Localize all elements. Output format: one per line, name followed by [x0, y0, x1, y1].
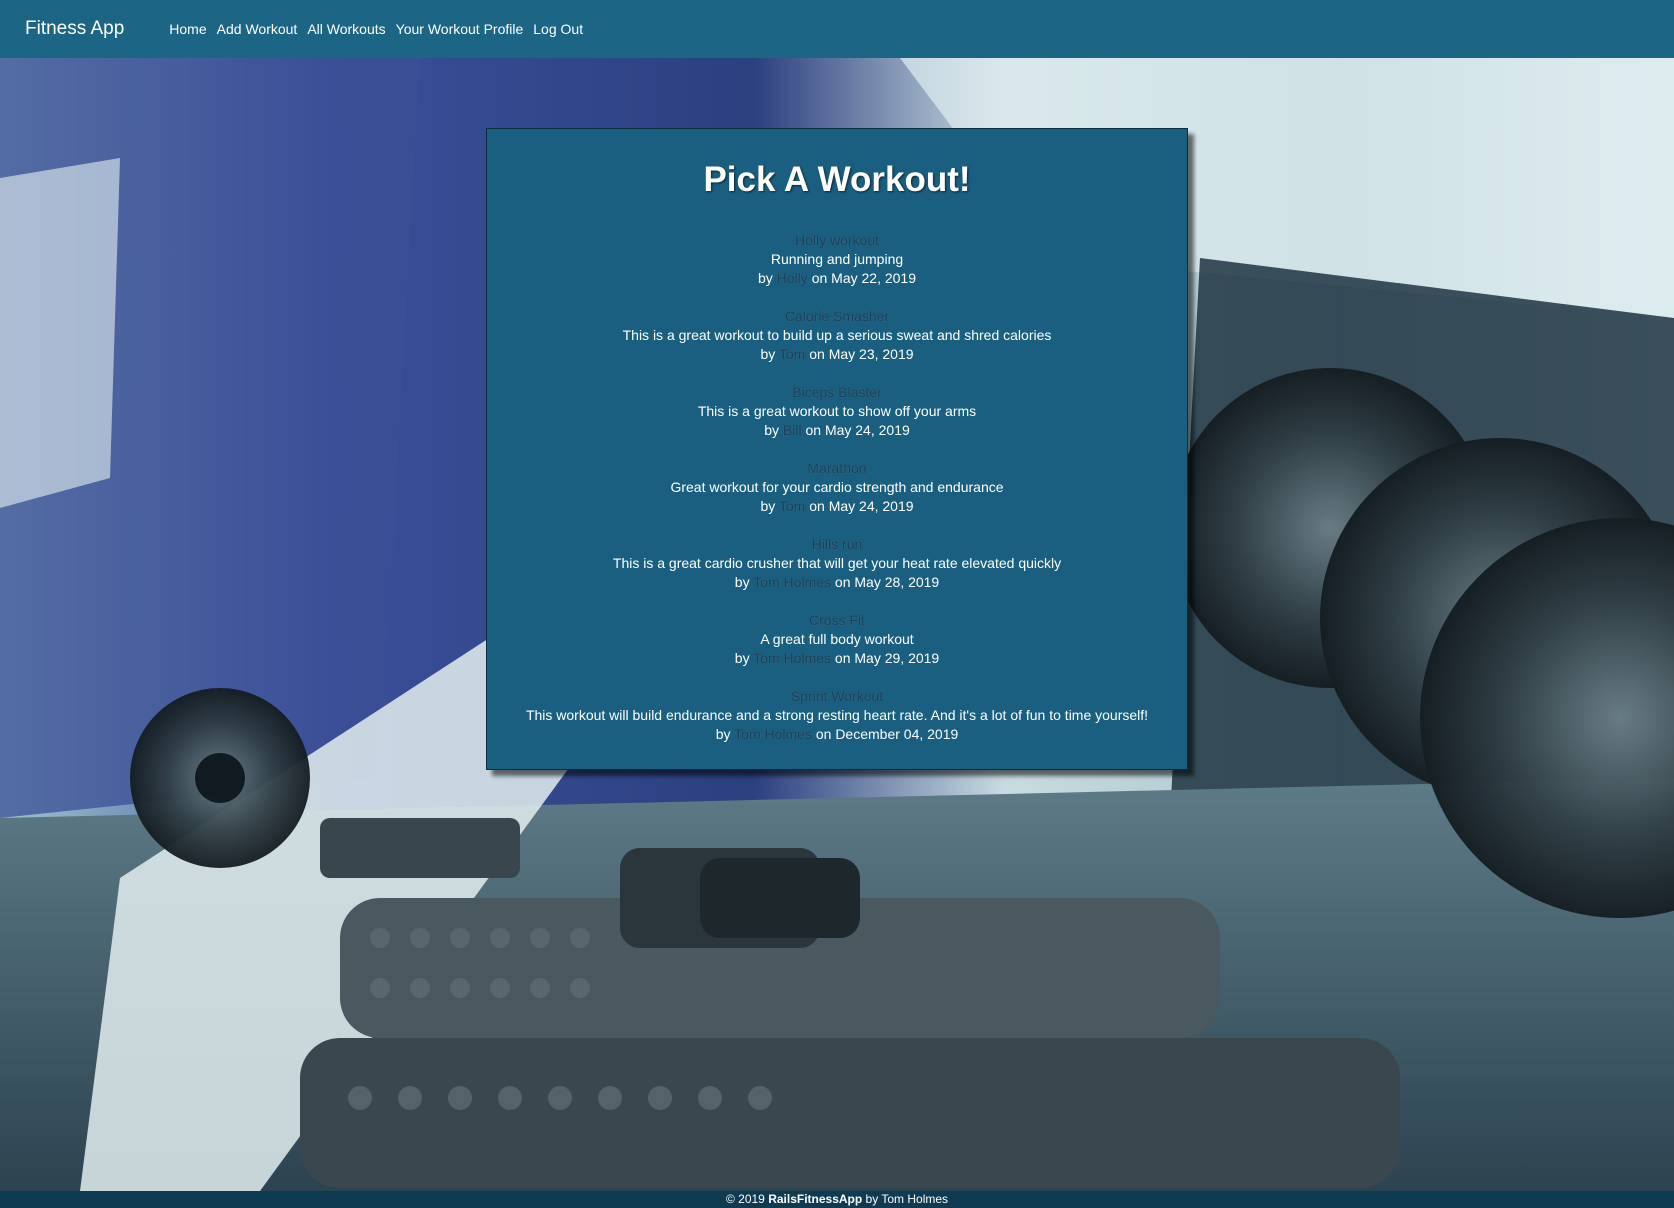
brand-link[interactable]: Fitness App [25, 18, 124, 40]
by-label: by [760, 346, 776, 362]
page-title: Pick A Workout! [703, 160, 971, 199]
workout-description: This is a great workout to show off your… [697, 403, 977, 419]
by-label: by [734, 574, 750, 590]
workout-name-link[interactable]: Cross Fit [809, 612, 865, 628]
workout-description: This workout will build endurance and a … [525, 707, 1149, 723]
on-label: on [815, 726, 832, 742]
workout-date: May 22, 2019 [831, 270, 916, 286]
author-link[interactable]: Tom Holmes [753, 574, 831, 590]
nav-all-workouts-link[interactable]: All Workouts [307, 21, 385, 37]
workout-name-link[interactable]: Hills run [812, 536, 863, 552]
workout-description: Great workout for your cardio strength a… [670, 479, 1004, 495]
workout-name-link[interactable]: Marathon [807, 460, 866, 476]
author-link[interactable]: Tom [779, 498, 805, 514]
workout-name-link[interactable]: Sprint Workout [791, 688, 883, 704]
by-label: by [760, 498, 776, 514]
workout-item: Hills run This is a great cardio crusher… [487, 535, 1187, 592]
on-label: on [834, 574, 851, 590]
on-label: on [809, 498, 825, 514]
footer-author: by Tom Holmes [862, 1192, 949, 1206]
footer-app-name: RailsFitnessApp [768, 1192, 863, 1206]
workout-description: This is a great workout to build up a se… [622, 327, 1052, 343]
page: Fitness App Home Add Workout All Workout… [0, 0, 1674, 1208]
on-label: on [834, 650, 851, 666]
by-label: by [734, 650, 750, 666]
workout-date: May 24, 2019 [824, 422, 910, 438]
footer: © 2019 RailsFitnessApp by Tom Holmes [0, 1191, 1674, 1208]
on-label: on [811, 270, 828, 286]
workout-description: Running and jumping [770, 251, 904, 267]
by-label: by [715, 726, 731, 742]
workout-description: This is a great cardio crusher that will… [612, 555, 1062, 571]
nav-add-workout-link[interactable]: Add Workout [217, 21, 298, 37]
workout-list-card: Pick A Workout! Holly workout Running an… [486, 128, 1188, 770]
workout-date: May 28, 2019 [854, 574, 940, 590]
by-label: by [757, 270, 773, 286]
workout-item: Biceps Blaster This is a great workout t… [487, 383, 1187, 440]
workout-date: May 23, 2019 [828, 346, 914, 362]
author-link[interactable]: Tom [779, 346, 805, 362]
author-link[interactable]: Tom Holmes [734, 726, 812, 742]
author-link[interactable]: Bill [783, 422, 802, 438]
nav-workout-profile-link[interactable]: Your Workout Profile [396, 21, 524, 37]
by-label: by [764, 422, 780, 438]
workout-date: December 04, 2019 [835, 726, 959, 742]
workout-item: Sprint Workout This workout will build e… [487, 687, 1187, 744]
nav-home-link[interactable]: Home [169, 21, 206, 37]
workout-item: Cross Fit A great full body workout by T… [487, 611, 1187, 668]
workout-item: Holly workout Running and jumping by Hol… [487, 231, 1187, 288]
nav-log-out-link[interactable]: Log Out [533, 21, 583, 37]
workout-item: Marathon Great workout for your cardio s… [487, 459, 1187, 516]
workout-date: May 24, 2019 [828, 498, 914, 514]
workout-date: May 29, 2019 [854, 650, 940, 666]
on-label: on [809, 346, 825, 362]
workout-item: Calorie Smasher This is a great workout … [487, 307, 1187, 364]
footer-copyright: © 2019 [725, 1192, 769, 1206]
on-label: on [805, 422, 822, 438]
workout-name-link[interactable]: Calorie Smasher [785, 308, 889, 324]
author-link[interactable]: Tom Holmes [753, 650, 831, 666]
navbar: Fitness App Home Add Workout All Workout… [0, 0, 1674, 58]
workout-name-link[interactable]: Holly workout [795, 232, 879, 248]
workout-name-link[interactable]: Biceps Blaster [792, 384, 881, 400]
author-link[interactable]: Holly [777, 270, 808, 286]
workout-description: A great full body workout [760, 631, 914, 647]
